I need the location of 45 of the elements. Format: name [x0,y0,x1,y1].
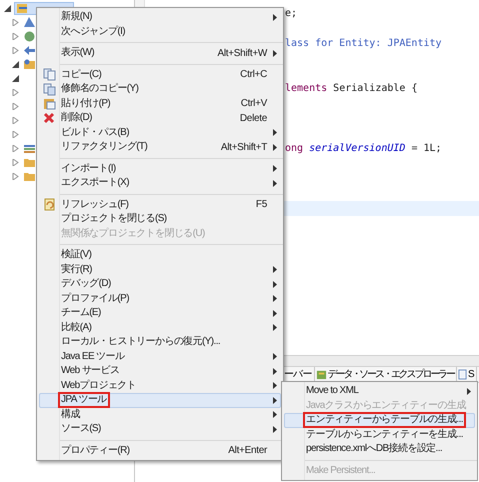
menu-item-label: ビルド・パス(B) [60,126,130,139]
menu-item-label: persistence.xmlへDB接続を設定... [305,443,444,456]
menu-item-label: エクスポート(X) [60,177,130,190]
menu-item-label: 貼り付け(P) [60,98,112,110]
menu-item-label: 無関係なプロジェクトを閉じる(U) [60,228,206,240]
shortcut-text: Alt+Shift+W [218,46,267,61]
menu-item-label: 実行(R) [60,264,93,276]
menu-item-label: リファクタリング(T) [60,141,148,154]
menu-item-label: プロファイル(P) [60,292,130,305]
code-line: e; [285,7,298,21]
menu-item-label: Webプロジェクト [60,380,137,392]
shortcut-text: Delete [240,112,267,126]
menu-item-label: デバッグ(D) [60,278,112,290]
menu-item-label: Java EE ツール [60,350,126,363]
menu-item-label: コピー(C) [60,68,102,81]
menu-item-label: テーブルからエンティティーを生成... [305,428,464,441]
menu-item-label: チーム(E) [60,307,102,320]
menu-item-label: 検証(V) [60,249,92,262]
menu-item-label: 削除(D) [60,112,93,124]
shortcut-text: Alt+Shift+T [220,140,267,155]
shortcut-text: Alt+Enter [228,444,267,458]
menu-item-label: Javaクラスからエンティティーの生成 [305,400,467,412]
shortcut-text: Ctrl+C [240,68,267,82]
menu-item-label: プロパティー(R) [60,444,130,457]
menu-item-label: 表示(W) [60,47,96,60]
menu-item-label: Web サービス [60,365,120,378]
menu-item-label: ソース(S) [60,423,102,436]
menu-item-label: ローカル・ヒストリーからの復元(Y)... [60,336,222,348]
code-line: lass for Entity: JPAEntity [285,37,442,51]
menu-item-label: エンティティーからテーブルの生成... [305,414,464,426]
menu-item-label: インポート(I) [60,162,117,175]
menu-item-label: プロジェクトを閉じる(S) [60,213,168,226]
code-line: lements Serializable { [285,82,418,96]
menu-item-label: リフレッシュ(F) [60,198,130,211]
menu-item-label: 次へジャンプ(I) [60,26,126,38]
menu-item-label: 新規(N) [60,11,93,24]
menu-item-label: JPA ツール [60,394,108,406]
menu-item-label: Move to XML [305,385,360,398]
menu-item-label: Make Persistent... [305,464,376,477]
shortcut-text: F5 [256,198,267,212]
shortcut-text: Ctrl+V [240,97,267,112]
menu-item-label: 比較(A) [60,322,92,334]
code-line: ong serialVersionUID = 1L; [285,142,442,156]
menu-item-label: 構成 [60,408,81,421]
menu-item-label: 修飾名のコピー(Y) [60,83,140,96]
